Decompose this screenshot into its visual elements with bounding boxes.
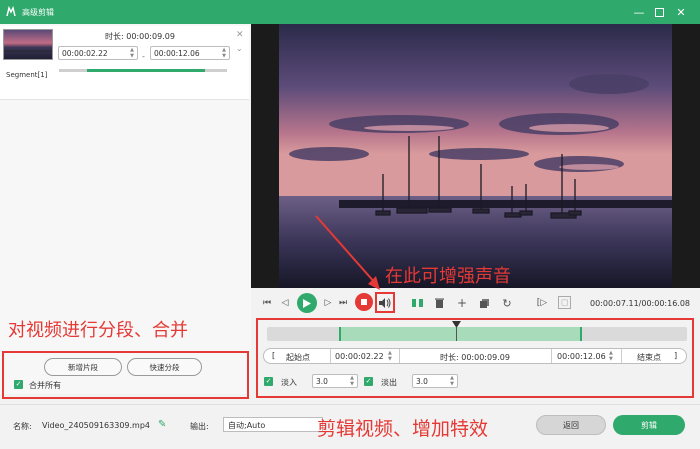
- remove-segment-icon[interactable]: ✕: [236, 30, 244, 40]
- merge-all-label: 合并所有: [29, 381, 61, 390]
- output-value: 自动;Auto: [228, 421, 266, 430]
- annotation-box-split-merge: [2, 351, 249, 399]
- play-icon[interactable]: [297, 293, 317, 313]
- fade-in-value: 3.0: [316, 376, 328, 386]
- copy-icon[interactable]: [478, 297, 490, 309]
- fade-out-checkbox[interactable]: ✓: [364, 377, 373, 386]
- maximize-icon[interactable]: [650, 3, 668, 21]
- segment-card[interactable]: Segment[1] 时长: 00:00:09.09 00:00:02.22 ▲…: [0, 26, 249, 100]
- segment-duration-value: 00:00:09.09: [126, 32, 175, 41]
- frame-forward-icon[interactable]: ▷: [322, 297, 334, 309]
- end-point-button[interactable]: 结束点: [637, 352, 661, 363]
- mark-in-icon[interactable]: [▷: [535, 297, 549, 309]
- start-point-bracket: [: [272, 351, 276, 360]
- annotation-split-merge: 对视频进行分段、合并: [8, 320, 188, 341]
- bottom-bar: 名称: Video_240509163309.mp4 ✎ 输出: 自动;Auto…: [0, 404, 700, 449]
- fade-out-value: 3.0: [416, 376, 428, 386]
- annotation-edit: 剪辑视频、增加特效: [317, 418, 489, 440]
- fade-in-field[interactable]: 3.0 ▲ ▼: [312, 374, 358, 388]
- spin-arrows-icon[interactable]: ▲ ▼: [609, 350, 613, 362]
- playhead-line: [456, 327, 457, 341]
- quick-split-button[interactable]: 快速分段: [127, 358, 202, 376]
- output-label: 输出:: [190, 422, 209, 431]
- edit-button[interactable]: 剪辑: [613, 415, 685, 435]
- merge-all-checkbox[interactable]: ✓: [14, 380, 23, 389]
- logo-icon: [0, 0, 22, 24]
- trim-time-row: [ 起始点 00:00:02.22 ▲ ▼ 时长: 00:00:09.09 00:…: [263, 348, 687, 364]
- collapse-segment-icon[interactable]: ⌄: [236, 44, 243, 53]
- fade-in-checkbox[interactable]: ✓: [264, 377, 273, 386]
- end-point-bracket: ]: [674, 351, 678, 360]
- spin-arrows-icon[interactable]: ▲ ▼: [348, 375, 356, 387]
- spin-arrows-icon[interactable]: ▲ ▼: [388, 350, 392, 362]
- split-icon[interactable]: [411, 297, 423, 309]
- stop-icon[interactable]: [355, 293, 373, 311]
- fade-out-field[interactable]: 3.0 ▲ ▼: [412, 374, 458, 388]
- trim-selection[interactable]: [339, 327, 582, 341]
- snapshot-icon[interactable]: ◻: [558, 296, 571, 309]
- skip-end-icon[interactable]: ⏭: [337, 297, 349, 309]
- new-segment-button[interactable]: 新增片段: [44, 358, 122, 376]
- time-readout: 00:00:07.11/00:00:16.08: [590, 299, 690, 308]
- start-time-value[interactable]: 00:00:02.22: [335, 352, 384, 361]
- segment-duration-label: 时长:: [105, 32, 124, 41]
- segment-panel: Segment[1] 时长: 00:00:09.09 00:00:02.22 ▲…: [0, 24, 251, 399]
- fade-in-label: 淡入: [281, 378, 297, 387]
- spin-arrows-icon[interactable]: ▲ ▼: [448, 375, 456, 387]
- delete-icon[interactable]: [433, 297, 445, 309]
- frame-back-icon[interactable]: ◁: [279, 297, 291, 309]
- segment-end-value: 00:00:12.06: [154, 48, 200, 58]
- playback-controls: ⏮ ◁ ▷ ⏭ + ↻ [▷ ◻ 00:00:07.11/00:00:16.08: [251, 292, 700, 316]
- trim-timeline[interactable]: [267, 327, 687, 341]
- segment-end-field[interactable]: 00:00:12.06 ▲ ▼: [150, 46, 230, 60]
- segment-label: Segment[1]: [6, 71, 48, 79]
- segment-thumbnail: [3, 29, 53, 60]
- file-name: Video_240509163309.mp4: [42, 421, 150, 430]
- fade-out-label: 淡出: [381, 378, 397, 387]
- edit-icon[interactable]: ✎: [158, 419, 166, 430]
- annotation-volume: 在此可增强声音: [385, 266, 511, 287]
- start-point-button[interactable]: 起始点: [286, 352, 310, 363]
- trim-duration-label: 时长:: [440, 353, 459, 362]
- add-icon[interactable]: +: [456, 296, 468, 310]
- segment-start-field[interactable]: 00:00:02.22 ▲ ▼: [58, 46, 138, 60]
- segment-duration: 时长: 00:00:09.09: [105, 31, 175, 42]
- window-title: 高级剪辑: [22, 7, 54, 17]
- skip-start-icon[interactable]: ⏮: [261, 297, 273, 309]
- rotate-icon[interactable]: ↻: [501, 297, 513, 310]
- name-label: 名称:: [13, 422, 32, 431]
- annotation-arrow: [315, 215, 380, 290]
- volume-icon[interactable]: [375, 292, 395, 313]
- spin-arrows-icon[interactable]: ▲ ▼: [220, 47, 228, 59]
- segment-start-value: 00:00:02.22: [62, 48, 108, 58]
- trim-duration-value: 00:00:09.09: [461, 353, 510, 362]
- spin-arrows-icon[interactable]: ▲ ▼: [128, 47, 136, 59]
- minimize-icon[interactable]: —: [630, 3, 648, 21]
- back-button[interactable]: 返回: [536, 415, 606, 435]
- segment-progress-bar: [59, 69, 227, 72]
- range-separator: -: [142, 52, 145, 61]
- advanced-editor-window: 高级剪辑 — ✕ Segment[1] 时长: 00:00:09.09 00:0…: [0, 0, 700, 449]
- end-time-value[interactable]: 00:00:12.06: [557, 352, 606, 361]
- output-select[interactable]: 自动;Auto: [223, 417, 323, 432]
- title-bar: 高级剪辑 — ✕: [0, 0, 700, 24]
- close-icon[interactable]: ✕: [672, 3, 690, 21]
- trim-duration: 时长: 00:00:09.09: [440, 352, 510, 363]
